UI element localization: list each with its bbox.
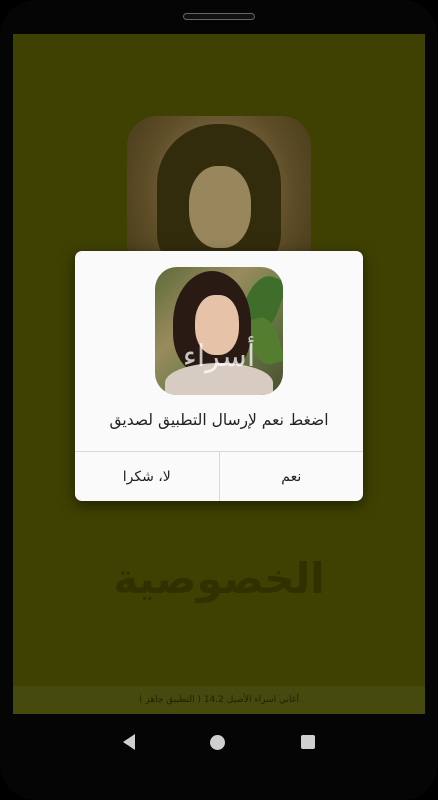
background-title: الخصوصية — [113, 554, 325, 603]
share-dialog: أسراء اضغط نعم لإرسال التطبيق لصديق لا، … — [75, 251, 363, 501]
home-icon[interactable] — [210, 734, 226, 750]
back-icon[interactable] — [122, 734, 135, 750]
speaker-grille — [183, 13, 255, 20]
system-nav-bar — [0, 714, 438, 770]
footer-status-bar: أغاني اسراء الأصيل 14.2 ( التطبيق جاهز ) — [13, 686, 425, 714]
dialog-message: اضغط نعم لإرسال التطبيق لصديق — [109, 411, 329, 429]
dialog-button-row: لا، شكرا نعم — [75, 451, 363, 501]
phone-frame: الخصوصية أغاني اسراء الأصيل 14.2 ( التطب… — [0, 0, 438, 800]
footer-text: أغاني اسراء الأصيل 14.2 ( التطبيق جاهز ) — [139, 695, 299, 705]
yes-button[interactable]: نعم — [218, 452, 364, 501]
recents-icon[interactable] — [301, 735, 316, 749]
app-icon-image: أسراء — [155, 267, 283, 395]
no-thanks-button[interactable]: لا، شكرا — [75, 452, 219, 501]
icon-signature: أسراء — [182, 339, 256, 374]
